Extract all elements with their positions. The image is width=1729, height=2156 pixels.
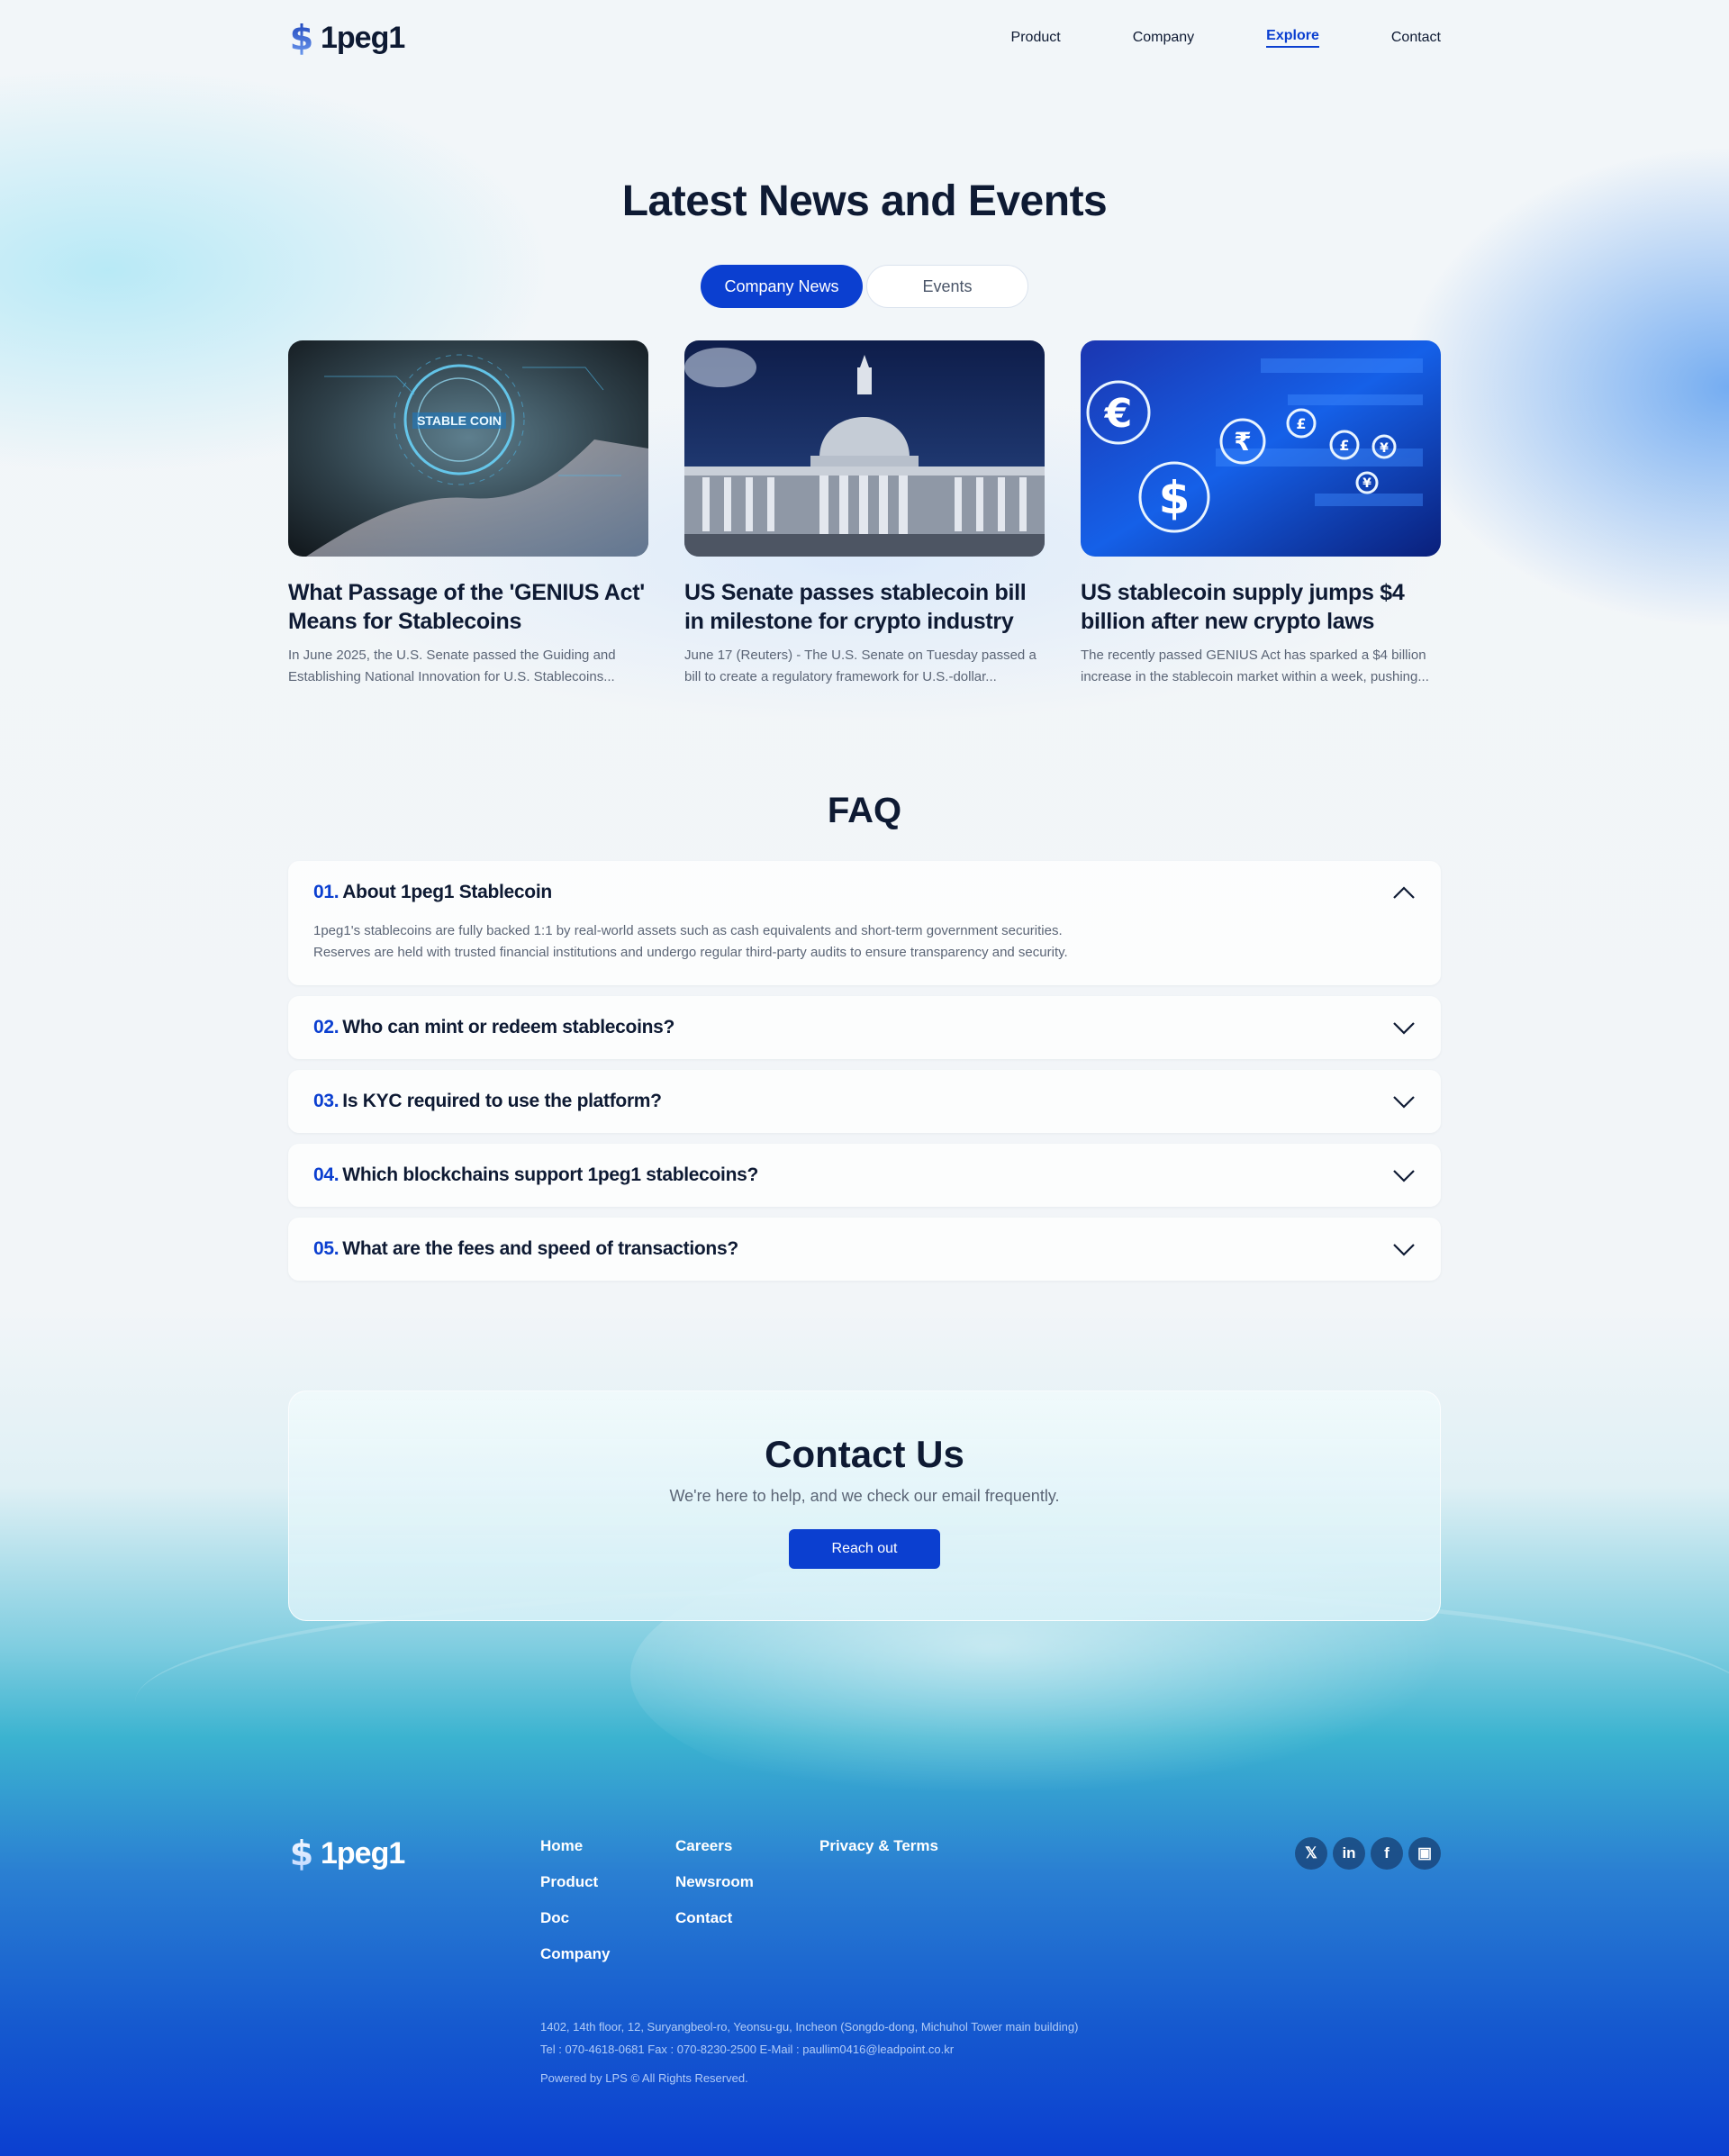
footer-link-privacy-terms[interactable]: Privacy & Terms (819, 1835, 1000, 1871)
svg-text:$: $ (1159, 472, 1190, 524)
footer-link-careers[interactable]: Careers (675, 1835, 819, 1871)
faq-question-text: Which blockchains support 1peg1 stableco… (342, 1164, 759, 1185)
footer-link-product[interactable]: Product (540, 1871, 675, 1907)
svg-text:£: £ (1339, 437, 1349, 454)
currency-symbols-image: € $ ₹ £ £ ¥ ¥ (1081, 340, 1441, 557)
news-card[interactable]: US Senate passes stablecoin bill in mile… (684, 340, 1045, 688)
faq-question: 04. Which blockchains support 1peg1 stabl… (313, 1164, 758, 1186)
social-links: 𝕏 in f ▣ (1295, 1837, 1441, 1870)
blog-icon[interactable]: ▣ (1408, 1837, 1441, 1870)
news-card-desc: The recently passed GENIUS Act has spark… (1081, 648, 1429, 684)
footer-column: Privacy & Terms (819, 1835, 1000, 1979)
svg-text:₹: ₹ (1234, 427, 1251, 457)
dollar-coin-icon: $ (290, 20, 313, 56)
linkedin-icon[interactable]: in (1333, 1837, 1365, 1870)
faq-number: 04. (313, 1164, 339, 1185)
brand-logo[interactable]: $ 1peg1 (288, 20, 405, 56)
faq-number: 03. (313, 1091, 339, 1111)
nav-contact[interactable]: Contact (1391, 30, 1441, 46)
stable-coin-label: STABLE COIN (417, 413, 502, 428)
site-header: $ 1peg1 Product Company Explore Contact (288, 18, 1441, 58)
faq-number: 05. (313, 1238, 339, 1259)
contact-subtitle: We're here to help, and we check our ema… (669, 1487, 1060, 1505)
faq-question-toggle[interactable]: 03. Is KYC required to use the platform? (288, 1070, 1441, 1133)
faq-item: 01. About 1peg1 Stablecoin 1peg1's stable… (288, 861, 1441, 985)
contact-title: Contact Us (765, 1433, 964, 1475)
footer-link-company[interactable]: Company (540, 1943, 675, 1979)
faq-question-toggle[interactable]: 02. Who can mint or redeem stablecoins? (288, 996, 1441, 1059)
news-card-title[interactable]: US stablecoin supply jumps $4 billion af… (1081, 578, 1441, 636)
news-card-desc: June 17 (Reuters) - The U.S. Senate on T… (684, 648, 1036, 684)
chevron-down-icon[interactable] (1392, 1168, 1416, 1182)
svg-text:¥: ¥ (1380, 441, 1389, 456)
chevron-down-icon[interactable] (1392, 1094, 1416, 1109)
footer-link-newsroom[interactable]: Newsroom (675, 1871, 819, 1907)
brand-name: 1peg1 (321, 20, 405, 55)
footer-link-home[interactable]: Home (540, 1835, 675, 1871)
faq-question: 03. Is KYC required to use the platform? (313, 1091, 662, 1112)
faq-question-text: About 1peg1 Stablecoin (342, 882, 552, 902)
footer-links: Home Product Doc Company Careers Newsroo… (540, 1835, 1000, 1979)
footer-brand-name: 1peg1 (321, 1835, 405, 1871)
faq-question-toggle[interactable]: 01. About 1peg1 Stablecoin (288, 861, 1441, 924)
faq-section-title: FAQ (827, 791, 902, 830)
footer-contact-line: Tel : 070-4618-0681 Fax : 070-8230-2500 … (540, 2043, 955, 2056)
facebook-icon[interactable]: f (1371, 1837, 1403, 1870)
capitol-building-image (684, 340, 1045, 557)
reach-out-button[interactable]: Reach out (789, 1529, 940, 1569)
faq-answer-line: 1peg1's stablecoins are fully backed 1:1… (313, 923, 1063, 938)
stable-coin-hand-image: STABLE COIN (288, 340, 648, 557)
footer-info: 1402, 14th floor, 12, Suryangbeol-ro, Ye… (540, 2016, 1078, 2089)
news-section-title: Latest News and Events (621, 177, 1108, 225)
faq-question-text: What are the fees and speed of transacti… (342, 1238, 738, 1259)
faq-item: 02. Who can mint or redeem stablecoins? (288, 996, 1441, 1059)
news-card-title[interactable]: What Passage of the 'GENIUS Act' Means f… (288, 578, 648, 636)
footer-address: 1402, 14th floor, 12, Suryangbeol-ro, Ye… (540, 2020, 1079, 2034)
svg-text:$: $ (290, 1835, 313, 1871)
faq-answer: 1peg1's stablecoins are fully backed 1:1… (288, 920, 1441, 985)
main-nav: Product Company Explore Contact (939, 28, 1441, 48)
faq-question-text: Is KYC required to use the platform? (342, 1091, 662, 1111)
news-card[interactable]: STABLE COIN What Passage of the 'GENIUS … (288, 340, 648, 688)
tab-company-news[interactable]: Company News (701, 265, 863, 308)
news-tabs: Company News Events (701, 265, 1028, 308)
faq-question-text: Who can mint or redeem stablecoins? (342, 1017, 675, 1037)
svg-text:$: $ (290, 20, 313, 56)
footer-column: Home Product Doc Company (540, 1835, 675, 1979)
footer-powered-by: Powered by LPS © All Rights Reserved. (540, 2071, 748, 2085)
news-card[interactable]: € $ ₹ £ £ ¥ ¥ US stablecoin supply jumps… (1081, 340, 1441, 688)
faq-number: 02. (313, 1017, 339, 1037)
news-cards: STABLE COIN What Passage of the 'GENIUS … (288, 340, 1441, 688)
chevron-up-icon[interactable] (1392, 885, 1416, 900)
faq-item: 04. Which blockchains support 1peg1 stabl… (288, 1144, 1441, 1207)
faq-item: 05. What are the fees and speed of transa… (288, 1218, 1441, 1281)
x-icon[interactable]: 𝕏 (1295, 1837, 1327, 1870)
footer-column: Careers Newsroom Contact (675, 1835, 819, 1979)
tab-events[interactable]: Events (866, 265, 1028, 308)
footer-link-doc[interactable]: Doc (540, 1907, 675, 1943)
nav-product[interactable]: Product (1011, 30, 1061, 46)
faq-item: 03. Is KYC required to use the platform? (288, 1070, 1441, 1133)
faq-question: 01. About 1peg1 Stablecoin (313, 882, 552, 903)
chevron-down-icon[interactable] (1392, 1242, 1416, 1256)
faq-question: 02. Who can mint or redeem stablecoins? (313, 1017, 674, 1038)
faq-answer-line: Reserves are held with trusted financial… (313, 945, 1068, 960)
faq-question: 05. What are the fees and speed of transa… (313, 1238, 738, 1260)
nav-explore[interactable]: Explore (1266, 28, 1319, 48)
chevron-down-icon[interactable] (1392, 1020, 1416, 1035)
svg-text:¥: ¥ (1362, 476, 1371, 491)
footer-link-contact[interactable]: Contact (675, 1907, 819, 1943)
nav-company[interactable]: Company (1133, 30, 1194, 46)
faq-question-toggle[interactable]: 04. Which blockchains support 1peg1 stabl… (288, 1144, 1441, 1207)
news-card-title[interactable]: US Senate passes stablecoin bill in mile… (684, 578, 1045, 636)
contact-section: Contact Us We're here to help, and we ch… (288, 1391, 1441, 1621)
svg-text:£: £ (1296, 415, 1306, 432)
faq-list: 01. About 1peg1 Stablecoin 1peg1's stable… (288, 861, 1441, 1291)
dollar-coin-icon: $ (290, 1835, 313, 1871)
svg-text:€: € (1104, 391, 1133, 437)
news-card-desc: In June 2025, the U.S. Senate passed the… (288, 648, 616, 684)
faq-question-toggle[interactable]: 05. What are the fees and speed of transa… (288, 1218, 1441, 1281)
faq-number: 01. (313, 882, 339, 902)
footer-logo[interactable]: $ 1peg1 (288, 1835, 405, 1871)
